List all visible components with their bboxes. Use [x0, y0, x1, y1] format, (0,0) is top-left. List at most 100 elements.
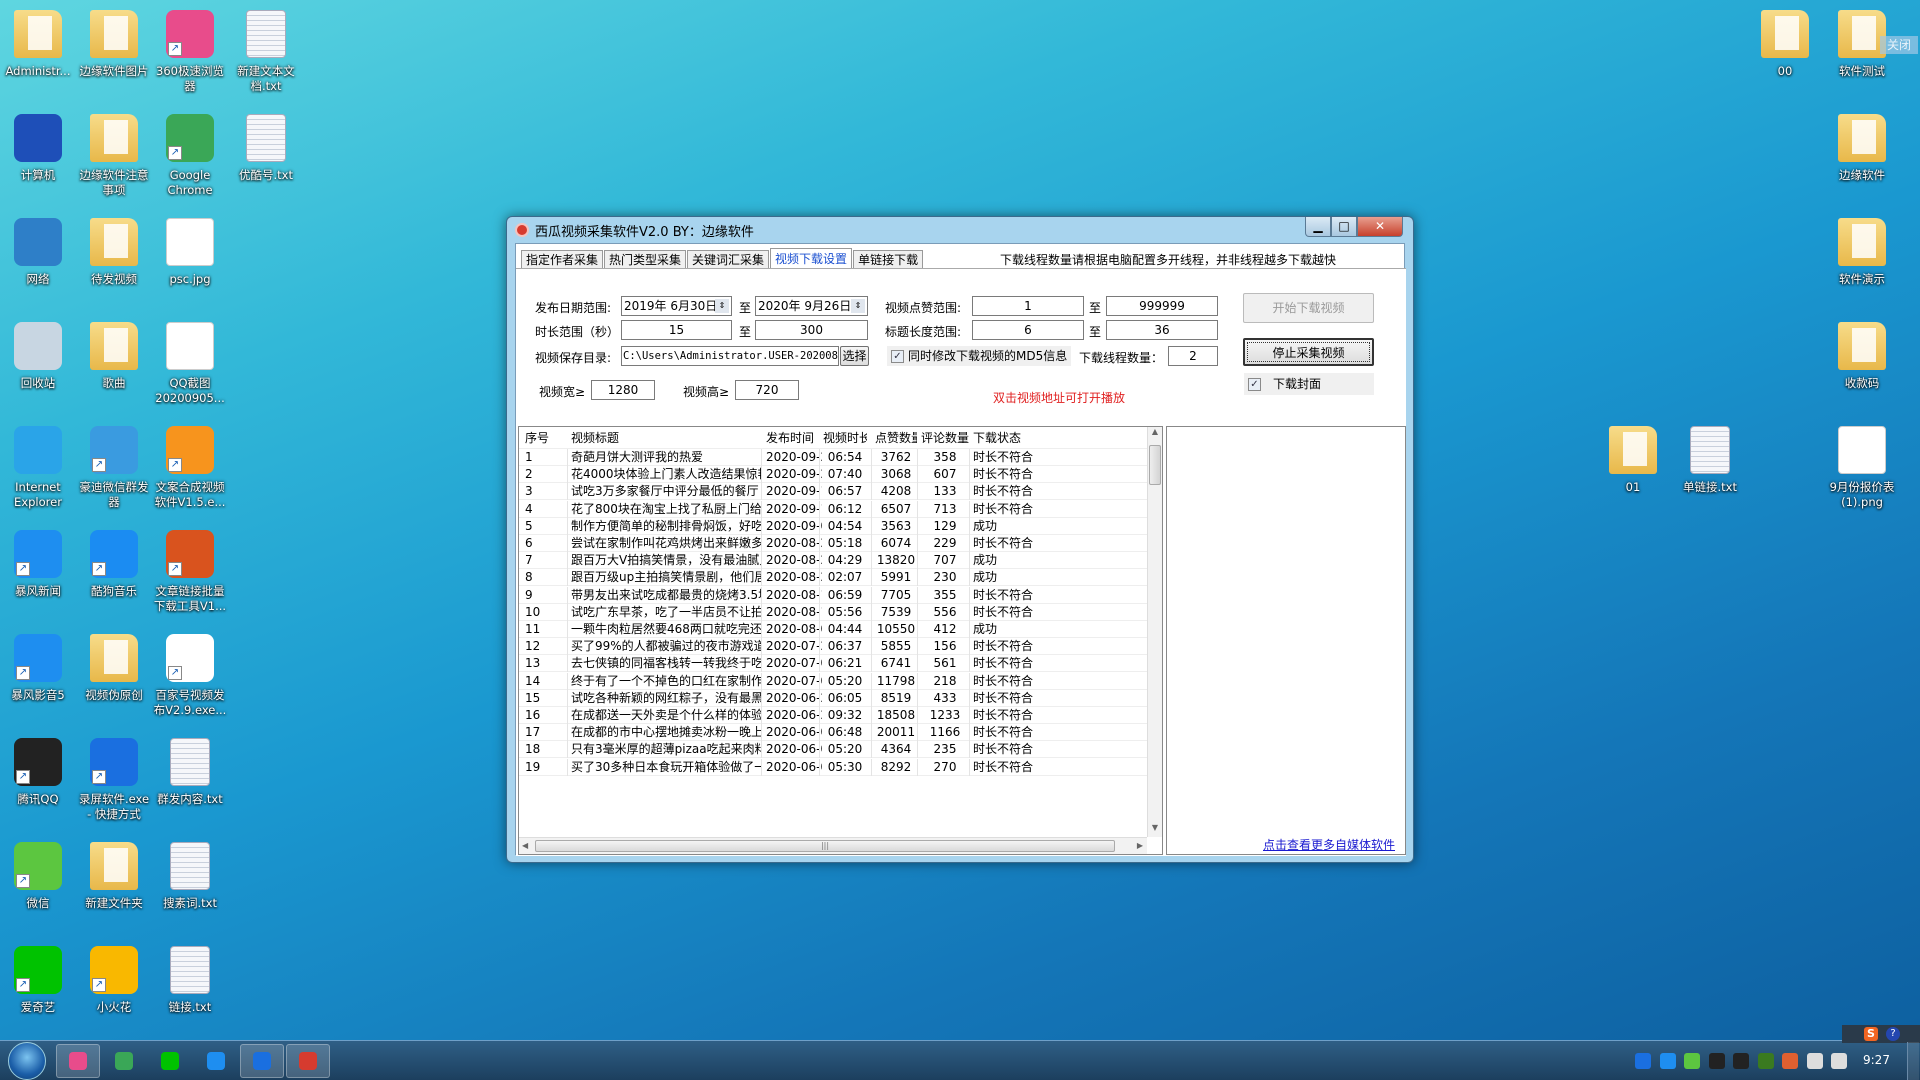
minimize-button[interactable]: ▁: [1305, 217, 1331, 237]
tab-hot-type-collect[interactable]: 热门类型采集: [604, 250, 687, 268]
desktop-icon[interactable]: 群发内容.txt: [152, 734, 228, 807]
desktop-icon[interactable]: ↗ 文案合成视频软件V1.5.e...: [152, 422, 228, 510]
spin-icon[interactable]: ⇕: [851, 299, 865, 313]
stop-collect-button[interactable]: 停止采集视频: [1243, 338, 1374, 366]
sogou-ime-icon[interactable]: S: [1864, 1027, 1878, 1041]
table-row[interactable]: 7 跟百万大V拍搞笑情景，没有最油腻只有更... 2020-08-2... 04:29…: [519, 552, 1147, 570]
column-header[interactable]: 评论数量: [921, 427, 969, 449]
tab-keyword-collect[interactable]: 关键词汇采集: [687, 250, 770, 268]
column-header[interactable]: 视频时长: [823, 427, 867, 449]
column-header[interactable]: 下载状态: [973, 427, 1043, 449]
desktop-icon[interactable]: ↗ 酷狗音乐: [76, 526, 152, 599]
table-row[interactable]: 11 一颗牛肉粒居然要468两口就吃完还没我... 2020-08-0... 04:4…: [519, 621, 1147, 638]
width-input[interactable]: 1280: [591, 380, 655, 400]
desktop-icon[interactable]: 00: [1747, 6, 1823, 79]
clock[interactable]: 9:27: [1863, 1053, 1890, 1067]
desktop-icon[interactable]: 计算机: [0, 110, 76, 183]
tab-download-settings[interactable]: 视频下载设置: [770, 248, 853, 270]
scroll-left-arrow[interactable]: ◀: [522, 841, 528, 850]
vertical-scrollbar[interactable]: ▲ ▼: [1147, 427, 1162, 837]
desktop-icon[interactable]: 视频伪原创: [76, 630, 152, 703]
tray-baofeng-icon[interactable]: [1659, 1053, 1676, 1069]
date-to-picker[interactable]: 2020年 9月26日 ⇕: [755, 296, 868, 316]
desktop-icon[interactable]: 9月份报价表(1).png: [1824, 422, 1900, 510]
desktop-icon[interactable]: ↗ 百家号视频发布V2.9.exe...: [152, 630, 228, 718]
desktop-icon[interactable]: Internet Explorer: [0, 422, 76, 510]
taskbar-chrome-button[interactable]: [102, 1044, 146, 1078]
desktop-icon[interactable]: ↗ 腾讯QQ: [0, 734, 76, 807]
taskbar-xigua-collector-button[interactable]: [286, 1044, 330, 1078]
md5-check-icon[interactable]: ✓: [891, 350, 904, 363]
scroll-up-arrow[interactable]: ▲: [1148, 427, 1162, 441]
desktop-icon[interactable]: ↗ 微信: [0, 838, 76, 911]
desktop-icon[interactable]: 链接.txt: [152, 942, 228, 1015]
table-row[interactable]: 19 买了30多种日本食玩开箱体验做了一下午... 2020-06-0... 05:3…: [519, 758, 1147, 776]
tray-speaker-muted-icon[interactable]: [1782, 1053, 1798, 1069]
desktop-icon[interactable]: 待发视频: [76, 214, 152, 287]
desktop-icon[interactable]: 搜素词.txt: [152, 838, 228, 911]
table-row[interactable]: 5 制作方便简单的秘制排骨焖饭，好吃到舔盘 2020-09-0... 04:54 356…: [519, 517, 1147, 535]
desktop-icon[interactable]: 回收站: [0, 318, 76, 391]
tray-qq-icon[interactable]: [1708, 1053, 1725, 1069]
desktop-icon[interactable]: ↗ Google Chrome: [152, 110, 228, 198]
desktop-icon[interactable]: ↗ 爱奇艺: [0, 942, 76, 1015]
maximize-button[interactable]: □: [1331, 217, 1357, 237]
ime-toolbar[interactable]: S ?: [1842, 1025, 1920, 1043]
table-row[interactable]: 8 跟百万级up主拍搞笑情景剧，他们居然 2020-08-2... 02:07 5991…: [519, 569, 1147, 587]
likes-min-input[interactable]: 1: [972, 296, 1084, 316]
taskbar-screen-recorder-button[interactable]: [240, 1044, 284, 1078]
likes-max-input[interactable]: 999999: [1106, 296, 1218, 316]
desktop-icon[interactable]: 新建文件夹: [76, 838, 152, 911]
threads-input[interactable]: 2: [1168, 346, 1218, 366]
help-icon[interactable]: ?: [1886, 1027, 1900, 1041]
start-download-button[interactable]: 开始下载视频: [1243, 293, 1374, 323]
horizontal-scrollbar[interactable]: ◀ ||| ▶: [519, 837, 1147, 854]
table-row[interactable]: 14 终于有了一个不掉色的口红在家制作口红... 2020-07-0... 05:20…: [519, 672, 1147, 690]
column-header[interactable]: 点赞数量: [875, 427, 917, 449]
date-from-picker[interactable]: 2019年 6月30日 ⇕: [621, 296, 732, 316]
md5-checkbox[interactable]: ✓ 同时修改下载视频的MD5信息: [887, 346, 1072, 366]
more-software-link[interactable]: 点击查看更多自媒体软件: [1263, 836, 1395, 853]
table-row[interactable]: 1 奇葩月饼大测评我的热爱 2020-09-2... 06:54 3762 358 时长不符…: [519, 449, 1147, 466]
tray-qq-icon[interactable]: [1733, 1053, 1749, 1069]
tab-single-link-download[interactable]: 单链接下载: [853, 250, 924, 268]
title-length-max-input[interactable]: 36: [1106, 320, 1218, 340]
table-row[interactable]: 4 花了800块在淘宝上找了私厨上门给我做... 2020-09-1... 06:12…: [519, 500, 1147, 518]
column-header[interactable]: 序号: [525, 427, 565, 449]
tray-nvidia-icon[interactable]: [1757, 1053, 1774, 1069]
close-hint-button[interactable]: 关闭: [1880, 36, 1918, 54]
desktop-icon[interactable]: QQ截图20200905...: [152, 318, 228, 406]
table-row[interactable]: 13 去七侠镇的同福客栈转一转我终于吃上的... 2020-07-0... 06:21…: [519, 655, 1147, 673]
table-row[interactable]: 18 只有3毫米厚的超薄pizaa吃起来肉料丰富... 2020-06-0... 05…: [519, 741, 1147, 759]
desktop-icon[interactable]: ↗ 豪迪微信群发器: [76, 422, 152, 510]
desktop-icon[interactable]: 新建文本文档.txt: [228, 6, 304, 94]
desktop-icon[interactable]: ↗ 暴风新闻: [0, 526, 76, 599]
desktop-icon[interactable]: 软件演示: [1824, 214, 1900, 287]
table-row[interactable]: 3 试吃3万多家餐厅中评分最低的餐厅 2020-09-1... 06:57 4208 13…: [519, 483, 1147, 501]
title-bar[interactable]: 西瓜视频采集软件V2.0 BY：边缘软件: [507, 217, 1413, 243]
desktop-icon[interactable]: 边缘软件注意事项: [76, 110, 152, 198]
save-dir-input[interactable]: C:\Users\Administrator.USER-20200815: [621, 346, 839, 366]
table-row[interactable]: 2 花4000块体验上门素人改造结果惊艳全场 2020-09-2... 07:40 30…: [519, 466, 1147, 484]
table-row[interactable]: 9 带男友出来试吃成都最贵的烧烤3.5块一克... 2020-08-1... 06:5…: [519, 586, 1147, 604]
scroll-thumb-horizontal[interactable]: |||: [535, 840, 1115, 852]
duration-min-input[interactable]: 15: [621, 320, 732, 340]
tray-network-icon[interactable]: [1831, 1053, 1847, 1069]
desktop-icon[interactable]: 网络: [0, 214, 76, 287]
desktop-icon[interactable]: ↗ 360极速浏览器: [152, 6, 228, 94]
spin-icon[interactable]: ⇕: [715, 299, 729, 313]
show-desktop-button[interactable]: [1907, 1042, 1919, 1080]
tray-screen-recorder-icon[interactable]: [1635, 1053, 1651, 1069]
title-length-min-input[interactable]: 6: [972, 320, 1084, 340]
scroll-thumb[interactable]: [1149, 445, 1161, 485]
desktop-icon[interactable]: 歌曲: [76, 318, 152, 391]
table-row[interactable]: 12 买了99%的人都被骗过的夜市游戏道具结... 2020-07-2... 06:3…: [519, 638, 1147, 656]
table-row[interactable]: 16 在成都送一天外卖是个什么样的体验我一... 2020-06-2... 09:32…: [519, 707, 1147, 724]
scroll-down-arrow[interactable]: ▼: [1148, 823, 1162, 837]
close-button[interactable]: ✕: [1357, 217, 1403, 237]
desktop-icon[interactable]: psc.jpg: [152, 214, 228, 287]
scroll-right-arrow[interactable]: ▶: [1137, 841, 1143, 850]
tray-wechat-icon[interactable]: [1684, 1053, 1700, 1069]
tray-volume-icon[interactable]: [1806, 1053, 1823, 1069]
duration-max-input[interactable]: 300: [755, 320, 868, 340]
